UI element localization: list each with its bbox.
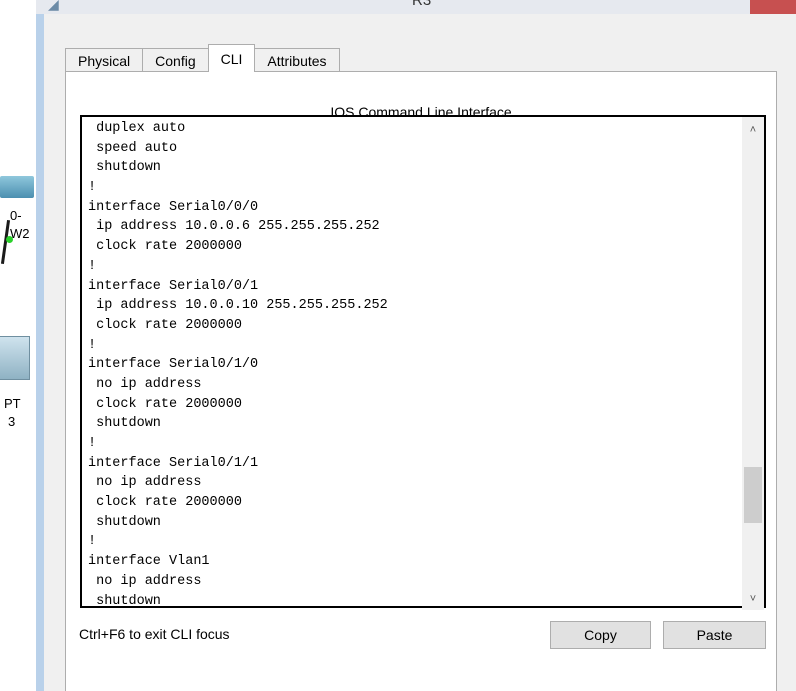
- terminal-line: !: [88, 180, 97, 196]
- chevron-down-icon[interactable]: ˅: [742, 592, 764, 606]
- terminal-line: !: [88, 534, 97, 550]
- terminal-line: speed auto: [88, 140, 178, 156]
- tab-config[interactable]: Config: [142, 48, 209, 72]
- paste-button[interactable]: Paste: [663, 621, 766, 649]
- terminal-line: shutdown: [88, 593, 161, 609]
- terminal-line: shutdown: [88, 416, 161, 432]
- terminal-line: clock rate 2000000: [88, 317, 242, 333]
- terminal-line: shutdown: [88, 160, 161, 176]
- terminal-line: no ip address: [88, 475, 202, 491]
- chevron-up-icon[interactable]: ˄: [742, 123, 764, 137]
- terminal-line: no ip address: [88, 376, 202, 392]
- terminal-line: !: [88, 337, 97, 353]
- device-label-4: 3: [8, 414, 16, 429]
- terminal-line: clock rate 2000000: [88, 239, 242, 255]
- tab-bar: Physical Config CLI Attributes: [65, 44, 340, 72]
- pc-device-icon[interactable]: [0, 336, 30, 380]
- workspace-background: 0- W2 PT 3: [0, 0, 36, 691]
- cli-terminal[interactable]: duplex auto speed auto shutdown! interfac…: [80, 115, 766, 610]
- terminal-line: ip address 10.0.0.6 255.255.255.252: [88, 219, 380, 235]
- terminal-line: interface Serial0/0/0: [88, 199, 259, 215]
- terminal-line: !: [88, 436, 97, 451]
- terminal-line: !: [88, 258, 97, 274]
- device-label-3: PT: [4, 396, 21, 411]
- terminal-line: ip address 10.0.0.10 255.255.255.252: [88, 298, 388, 314]
- tab-cli[interactable]: CLI: [207, 44, 256, 72]
- terminal-line: interface Serial0/1/1: [88, 455, 259, 471]
- terminal-line: clock rate 2000000: [88, 495, 242, 511]
- scrollbar-thumb[interactable]: [744, 467, 762, 523]
- device-label-1: 0-: [10, 208, 22, 223]
- switch-device-icon[interactable]: [0, 176, 34, 198]
- terminal-line: no ip address: [88, 573, 202, 589]
- tab-physical[interactable]: Physical: [65, 48, 144, 72]
- window-title: R3: [412, 0, 432, 9]
- close-button[interactable]: [750, 0, 796, 14]
- terminal-scrollbar[interactable]: ˄ ˅: [742, 117, 764, 610]
- terminal-line: duplex auto: [88, 121, 186, 136]
- terminal-line: shutdown: [88, 514, 161, 530]
- terminal-line: clock rate 2000000: [88, 396, 242, 412]
- title-bar[interactable]: ◢ R3: [36, 0, 796, 14]
- terminal-line: interface Vlan1: [88, 554, 210, 570]
- terminal-line: interface Serial0/1/0: [88, 357, 259, 373]
- link-status-dot: [6, 236, 13, 243]
- cli-focus-hint: Ctrl+F6 to exit CLI focus: [79, 626, 230, 642]
- tab-attributes[interactable]: Attributes: [254, 48, 340, 72]
- app-icon: ◢: [48, 0, 59, 12]
- copy-button[interactable]: Copy: [550, 621, 651, 649]
- terminal-output[interactable]: duplex auto speed auto shutdown! interfac…: [88, 119, 738, 608]
- terminal-line: interface Serial0/0/1: [88, 278, 259, 294]
